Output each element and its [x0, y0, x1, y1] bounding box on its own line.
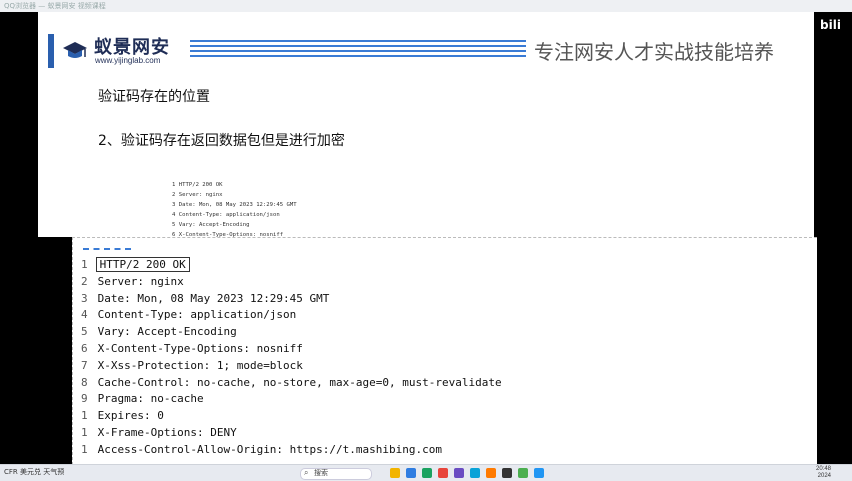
logo-accent-bar [48, 34, 54, 68]
code-line: 3 Date: Mon, 08 May 2023 12:29:45 GMT [81, 291, 502, 308]
code-line: 1 HTTP/2 200 OK [81, 257, 502, 274]
code-text: Date: Mon, 08 May 2023 12:29:45 GMT [97, 291, 330, 305]
code-line: 4 Content-Type: application/json [81, 307, 502, 324]
taskbar-app-icon[interactable] [486, 468, 496, 478]
taskbar-app-icon[interactable] [422, 468, 432, 478]
snippet-line: 4 Content-Type: application/json [172, 212, 280, 218]
code-text: Access-Control-Allow-Origin: https://t.m… [97, 442, 442, 456]
status-line-highlight: HTTP/2 200 OK [95, 257, 190, 272]
taskbar-search-box[interactable] [300, 468, 372, 480]
snippet-line: 3 Date: Mon, 08 May 2023 12:29:45 GMT [172, 202, 297, 208]
code-text: Cache-Control: no-cache, no-store, max-a… [97, 375, 502, 389]
code-line: 1 X-Frame-Options: DENY [81, 425, 502, 442]
clock-date: 2024 [817, 473, 832, 479]
header-stripe [190, 45, 526, 47]
code-line: 5 Vary: Accept-Encoding [81, 324, 502, 341]
taskbar-app-icon[interactable] [438, 468, 448, 478]
right-letterbox [814, 12, 852, 237]
graduation-cap-icon [63, 42, 87, 58]
code-text: X-Xss-Protection: 1; mode=block [97, 358, 303, 372]
taskbar-app-icon[interactable] [470, 468, 480, 478]
slide-heading: 验证码存在的位置 [98, 89, 210, 105]
line-number: 1 [81, 409, 88, 423]
code-line: 7 X-Xss-Protection: 1; mode=block [81, 358, 502, 375]
code-line: 9 Pragma: no-cache [81, 391, 502, 408]
line-number: 9 [81, 392, 88, 406]
slide-code-snippet: 1 HTTP/2 200 OK 2 Server: nginx 3 Date: … [172, 180, 297, 240]
browser-title-bar: QQ浏览器 — 蚁景网安 视频课程 [0, 0, 852, 12]
line-number: 2 [81, 274, 88, 288]
code-text: Vary: Accept-Encoding [97, 325, 237, 339]
code-line: 1 Access-Control-Allow-Origin: https://t… [81, 442, 502, 459]
code-line: 1 Expires: 0 [81, 408, 502, 425]
logo-website: www.yijinglab.com [95, 56, 161, 65]
code-line: 6 X-Content-Type-Options: nosniff [81, 341, 502, 358]
header-stripe [190, 40, 526, 42]
slogan: 专注网安人才实战技能培养 [534, 40, 774, 64]
taskbar-app-icon[interactable] [390, 468, 400, 478]
code-text: Server: nginx [97, 274, 184, 288]
code-text: Expires: 0 [97, 409, 164, 423]
search-icon: ⌕ [304, 468, 309, 477]
line-number: 5 [81, 325, 88, 339]
code-line: 2 Server: nginx [81, 274, 502, 291]
code-text: Pragma: no-cache [97, 392, 204, 406]
zoomed-response-panel: 1 HTTP/2 200 OK 2 Server: nginx 3 Date: … [72, 237, 817, 465]
panel-dash-marker [83, 248, 131, 252]
taskbar-search-label: 搜索 [314, 470, 328, 477]
header-stripe [190, 50, 526, 52]
taskbar-app-icon[interactable] [406, 468, 416, 478]
taskbar-app-icon[interactable] [518, 468, 528, 478]
header-stripe [190, 55, 526, 57]
code-text: X-Content-Type-Options: nosniff [97, 341, 303, 355]
http-response-code: 1 HTTP/2 200 OK 2 Server: nginx 3 Date: … [81, 257, 502, 459]
line-number: 8 [81, 375, 88, 389]
line-number: 6 [81, 341, 88, 355]
code-line: 8 Cache-Control: no-cache, no-store, max… [81, 375, 502, 392]
code-text: X-Frame-Options: DENY [97, 425, 237, 439]
taskbar-app-icon[interactable] [454, 468, 464, 478]
bilibili-watermark: bili [820, 18, 841, 32]
line-number: 1 [81, 258, 88, 271]
taskbar-widget-text[interactable]: CFR 美元兑 天气预 [4, 467, 64, 477]
system-clock[interactable]: 20:48 2024 [816, 466, 831, 480]
line-number: 1 [81, 442, 88, 456]
line-number: 1 [81, 425, 88, 439]
taskbar-app-icon[interactable] [534, 468, 544, 478]
snippet-line: 1 HTTP/2 200 OK [172, 182, 223, 188]
left-letterbox [0, 12, 38, 237]
code-text: Content-Type: application/json [97, 308, 297, 322]
line-number: 3 [81, 291, 88, 305]
taskbar-app-icon[interactable] [502, 468, 512, 478]
clock-time: 20:48 [816, 466, 832, 472]
snippet-line: 5 Vary: Accept-Encoding [172, 222, 250, 228]
slide-subheading: 2、验证码存在返回数据包但是进行加密 [98, 133, 345, 149]
line-number: 7 [81, 358, 88, 372]
snippet-line: 2 Server: nginx [172, 192, 223, 198]
line-number: 4 [81, 308, 88, 322]
presentation-slide: 蚁景网安 www.yijinglab.com 专注网安人才实战技能培养 验证码存… [38, 12, 814, 240]
taskbar: CFR 美元兑 天气预 ⌕ 搜索 20:48 2024 [0, 464, 852, 481]
